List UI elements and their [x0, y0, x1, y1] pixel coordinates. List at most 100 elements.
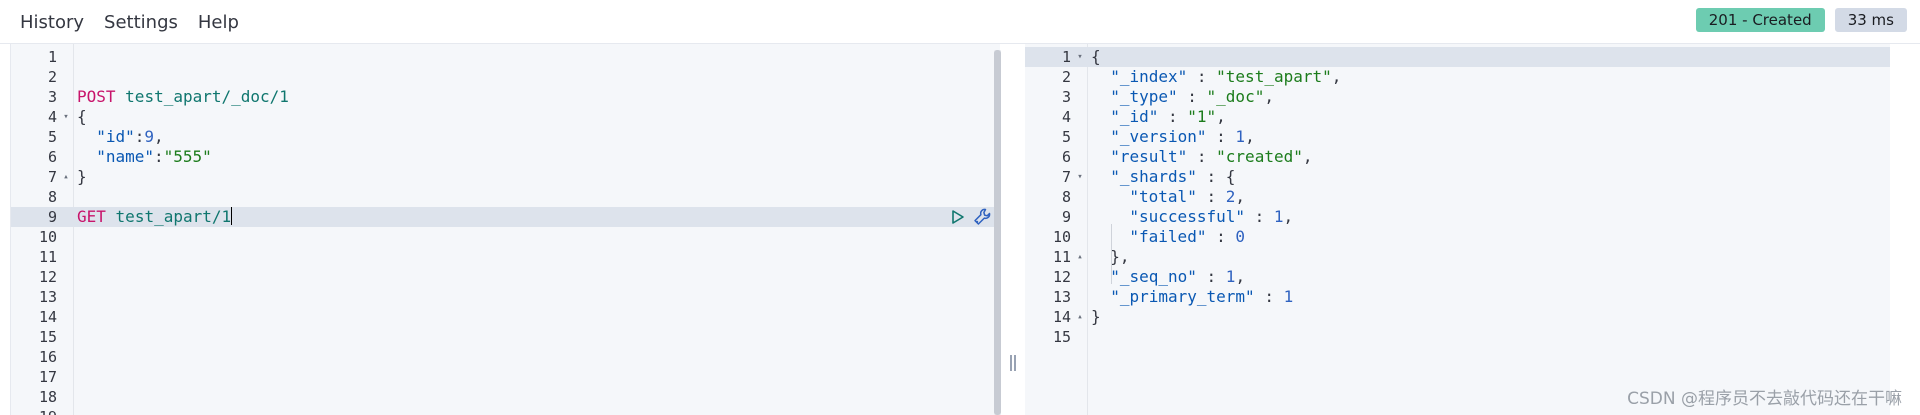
- json-separator: :: [1244, 207, 1274, 226]
- code-line[interactable]: 2 "_index" : "test_apart",: [1025, 67, 1890, 87]
- play-icon[interactable]: [948, 208, 966, 226]
- code-line[interactable]: 3 "_type" : "_doc",: [1025, 87, 1890, 107]
- line-number: 4: [1061, 108, 1071, 126]
- code-line[interactable]: 12: [11, 267, 1000, 287]
- json-value: "_doc": [1206, 87, 1265, 106]
- line-content: "_type" : "_doc",: [1091, 87, 1274, 107]
- code-line[interactable]: 6 "name":"555": [11, 147, 1000, 167]
- code-line[interactable]: 19: [11, 407, 1000, 415]
- code-line[interactable]: 15: [1025, 327, 1890, 347]
- response-viewer[interactable]: 1 ▾{2 "_index" : "test_apart", 3 "_type" : "…: [1025, 44, 1890, 415]
- code-line[interactable]: 9 GET test_apart/1: [11, 207, 1000, 227]
- editor-scrollbar[interactable]: [994, 50, 1001, 415]
- line-number: 14: [1052, 308, 1071, 326]
- code-line[interactable]: 11: [11, 247, 1000, 267]
- code-line[interactable]: 10 "failed" : 0: [1025, 227, 1890, 247]
- line-content: "successful" : 1,: [1091, 207, 1293, 227]
- line-content: "name":"555": [77, 147, 212, 167]
- json-value: 0: [1235, 227, 1245, 246]
- json-punctuation: ,: [1264, 87, 1274, 106]
- line-number: 18: [38, 388, 57, 406]
- watermark: CSDN @程序员不去敲代码还在干嘛: [1627, 389, 1902, 409]
- line-content: "_index" : "test_apart",: [1091, 67, 1341, 87]
- json-separator: :: [1206, 127, 1236, 146]
- response-code[interactable]: 1 ▾{2 "_index" : "test_apart", 3 "_type" : "…: [1025, 47, 1890, 347]
- code-line[interactable]: 5 "_version" : 1,: [1025, 127, 1890, 147]
- code-line[interactable]: 8: [11, 187, 1000, 207]
- json-key: "successful": [1129, 207, 1245, 226]
- code-line[interactable]: 3 POST test_apart/_doc/1: [11, 87, 1000, 107]
- code-line[interactable]: 18: [11, 387, 1000, 407]
- fold-up-icon[interactable]: ▴: [1075, 307, 1085, 327]
- fold-down-icon[interactable]: ▾: [1075, 47, 1085, 67]
- request-code[interactable]: 1 2 3 POST test_apart/_doc/1 4 ▾{5 "id":9, 6 "na…: [11, 47, 1000, 415]
- line-number: 10: [1052, 228, 1071, 246]
- fold-up-icon[interactable]: ▴: [1075, 247, 1085, 267]
- code-line[interactable]: 7 ▾ "_shards" : {: [1025, 167, 1890, 187]
- code-line[interactable]: 5 "id":9,: [11, 127, 1000, 147]
- json-key: "total": [1129, 187, 1197, 206]
- request-editor[interactable]: 1 2 3 POST test_apart/_doc/1 4 ▾{5 "id":9, 6 "na…: [10, 44, 1000, 415]
- json-key: "_shards": [1110, 167, 1197, 186]
- code-line[interactable]: 1: [11, 47, 1000, 67]
- menu-settings[interactable]: Settings: [104, 12, 178, 33]
- code-line[interactable]: 15: [11, 327, 1000, 347]
- line-number: 6: [47, 148, 57, 166]
- line-number: 5: [47, 128, 57, 146]
- code-line[interactable]: 14: [11, 307, 1000, 327]
- json-separator: :: [1158, 107, 1188, 126]
- top-menu: History Settings Help: [20, 0, 239, 44]
- line-number: 1: [1061, 48, 1071, 66]
- code-line[interactable]: 14 ▴}: [1025, 307, 1890, 327]
- code-line[interactable]: 17: [11, 367, 1000, 387]
- json-brace: },: [1110, 247, 1130, 266]
- pane-resizer-handle[interactable]: [1008, 355, 1018, 377]
- code-line[interactable]: 13: [11, 287, 1000, 307]
- request-path: test_apart/_doc/1: [125, 87, 289, 106]
- line-number: 6: [1061, 148, 1071, 166]
- json-key: "_primary_term": [1110, 287, 1255, 306]
- json-separator: :: [1196, 167, 1226, 186]
- json-brace: {: [77, 107, 87, 126]
- wrench-icon[interactable]: [972, 207, 992, 227]
- line-number: 11: [1052, 248, 1071, 266]
- menu-history[interactable]: History: [20, 12, 84, 33]
- line-content: {: [1091, 47, 1101, 67]
- http-method: POST: [77, 87, 116, 106]
- json-key: "result": [1110, 147, 1188, 166]
- code-line[interactable]: 4 ▾ {: [11, 107, 1000, 127]
- code-line[interactable]: 1 ▾ {: [1025, 47, 1890, 67]
- http-method: GET: [77, 207, 106, 226]
- code-line[interactable]: 16: [11, 347, 1000, 367]
- line-number: 3: [1061, 88, 1071, 106]
- code-line[interactable]: 2: [11, 67, 1000, 87]
- json-separator: :: [1254, 287, 1284, 306]
- code-line[interactable]: 8 "total" : 2,: [1025, 187, 1890, 207]
- request-actions: [948, 207, 992, 227]
- line-number: 19: [11, 407, 57, 415]
- json-punctuation: ,: [154, 127, 164, 146]
- fold-down-icon[interactable]: ▾: [1075, 167, 1085, 187]
- code-line[interactable]: 6 "result" : "created",: [1025, 147, 1890, 167]
- line-content: "_shards" : {: [1091, 167, 1235, 187]
- json-key: "_type": [1110, 87, 1178, 106]
- line-number: 17: [38, 368, 57, 386]
- line-content: POST test_apart/_doc/1: [77, 87, 289, 107]
- line-number: 1: [47, 48, 57, 66]
- code-line[interactable]: 10: [11, 227, 1000, 247]
- json-separator: :: [1206, 227, 1236, 246]
- fold-up-icon[interactable]: ▴: [61, 167, 71, 187]
- code-line[interactable]: 13 "_primary_term" : 1: [1025, 287, 1890, 307]
- code-line[interactable]: 4 "_id" : "1",: [1025, 107, 1890, 127]
- code-line[interactable]: 11 ▴},: [1025, 247, 1890, 267]
- json-separator: :: [134, 127, 145, 146]
- code-line[interactable]: 12 "_seq_no" : 1,: [1025, 267, 1890, 287]
- line-content: "total" : 2,: [1091, 187, 1245, 207]
- code-line[interactable]: 7 ▴}: [11, 167, 1000, 187]
- line-content: "result" : "created",: [1091, 147, 1312, 167]
- json-value: "555": [163, 147, 212, 166]
- code-line[interactable]: 9 "successful" : 1,: [1025, 207, 1890, 227]
- fold-down-icon[interactable]: ▾: [61, 107, 71, 127]
- editor-scrollbar-thumb[interactable]: [994, 50, 1001, 415]
- menu-help[interactable]: Help: [198, 12, 239, 33]
